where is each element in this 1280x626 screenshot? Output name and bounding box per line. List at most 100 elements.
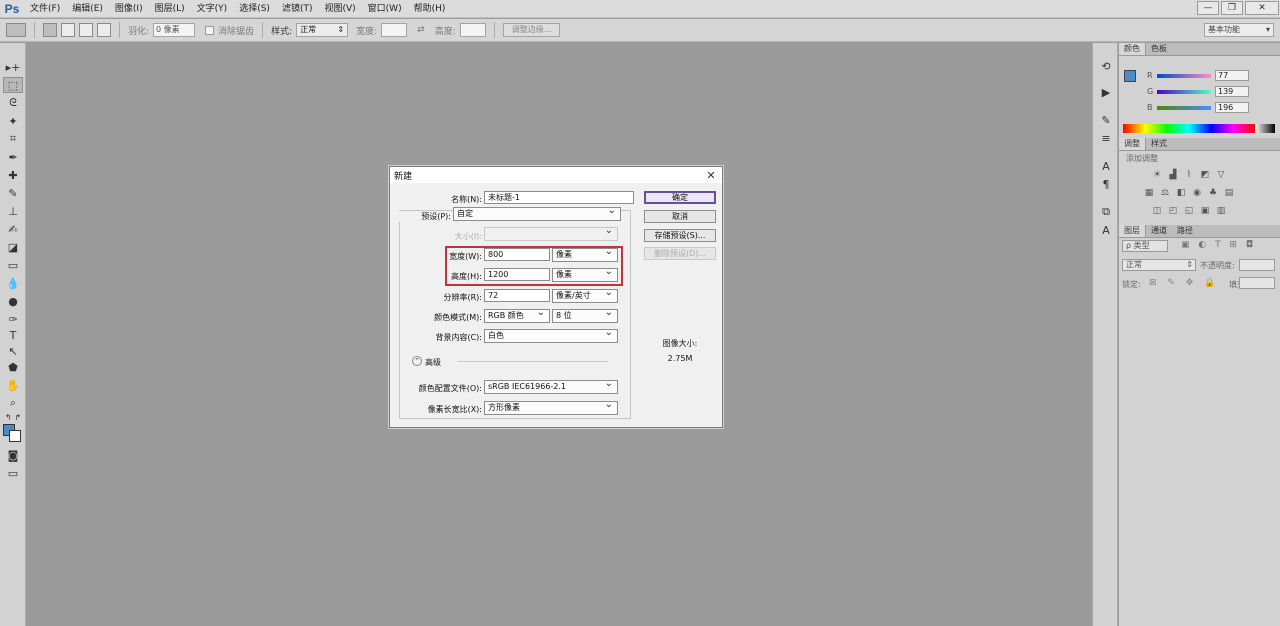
- brightness-icon[interactable]: ☀: [1151, 170, 1163, 180]
- lasso-tool-icon[interactable]: ᘓ: [3, 95, 23, 111]
- brush-presets-icon[interactable]: ✎: [1097, 113, 1115, 127]
- clone-stamp-tool-icon[interactable]: ⊥: [3, 203, 23, 219]
- add-to-selection-icon[interactable]: [61, 23, 75, 37]
- width-input[interactable]: 800: [484, 248, 550, 261]
- menu-window[interactable]: 窗口(W): [362, 0, 408, 18]
- menu-help[interactable]: 帮助(H): [408, 0, 452, 18]
- paragraph-icon[interactable]: ¶: [1097, 177, 1115, 191]
- hue-saturation-icon[interactable]: ▦: [1143, 188, 1155, 198]
- dodge-tool-icon[interactable]: ●: [3, 293, 23, 309]
- blend-mode-select[interactable]: 正常 ⇕: [1122, 259, 1196, 271]
- menu-edit[interactable]: 编辑(E): [66, 0, 109, 18]
- tab-adjustments[interactable]: 调整: [1119, 138, 1146, 150]
- menu-layer[interactable]: 图层(L): [149, 0, 191, 18]
- menu-file[interactable]: 文件(F): [24, 0, 66, 18]
- healing-brush-tool-icon[interactable]: ✚: [3, 167, 23, 183]
- eyedropper-tool-icon[interactable]: ✒: [3, 149, 23, 165]
- save-preset-button[interactable]: 存储预设(S)...: [644, 229, 716, 242]
- pen-tool-icon[interactable]: ✑: [3, 311, 23, 327]
- menu-type[interactable]: 文字(Y): [191, 0, 234, 18]
- color-balance-icon[interactable]: ⚖: [1159, 188, 1171, 198]
- tab-swatches[interactable]: 色板: [1146, 43, 1172, 55]
- close-window-button[interactable]: ✕: [1245, 1, 1279, 15]
- exposure-icon[interactable]: ◩: [1199, 170, 1211, 180]
- gradient-map-icon[interactable]: ▥: [1215, 206, 1227, 216]
- curves-icon[interactable]: ⌇: [1183, 170, 1195, 180]
- color-profile-select[interactable]: sRGB IEC61966-2.1: [484, 378, 618, 394]
- new-selection-icon[interactable]: [43, 23, 57, 37]
- tab-paths[interactable]: 路径: [1172, 225, 1198, 237]
- rectangular-marquee-tool-icon[interactable]: ⬚: [3, 77, 23, 93]
- menu-image[interactable]: 图像(I): [109, 0, 149, 18]
- brush-settings-icon[interactable]: ≡: [1097, 131, 1115, 145]
- pixel-aspect-select[interactable]: 方形像素: [484, 399, 618, 415]
- workspace-select[interactable]: 基本功能 ▾: [1204, 23, 1274, 37]
- intersect-selection-icon[interactable]: [97, 23, 111, 37]
- width-unit-select[interactable]: 像素: [552, 246, 618, 262]
- crop-tool-icon[interactable]: ⌗: [3, 131, 23, 147]
- layer-filter-icons[interactable]: ▣ ◐ T ⊞ ◘: [1181, 240, 1256, 250]
- name-input[interactable]: 未标题-1: [484, 191, 634, 204]
- brush-tool-icon[interactable]: ✎: [3, 185, 23, 201]
- minimize-button[interactable]: —: [1197, 1, 1219, 15]
- vibrance-icon[interactable]: ▽: [1215, 170, 1227, 180]
- tab-color[interactable]: 颜色: [1119, 43, 1146, 55]
- posterize-icon[interactable]: ◰: [1167, 206, 1179, 216]
- character-icon[interactable]: A: [1097, 159, 1115, 173]
- character-styles-icon[interactable]: A: [1097, 223, 1115, 237]
- actions-icon[interactable]: ▶: [1097, 85, 1115, 99]
- menu-view[interactable]: 视图(V): [318, 0, 361, 18]
- color-mode-select[interactable]: RGB 颜色: [484, 307, 550, 323]
- height-unit-select[interactable]: 像素: [552, 266, 618, 282]
- blue-channel-value[interactable]: 196: [1215, 102, 1249, 113]
- bit-depth-select[interactable]: 8 位: [552, 307, 618, 323]
- tab-layers[interactable]: 图层: [1119, 225, 1146, 237]
- quick-mask-icon[interactable]: ◙: [3, 447, 23, 463]
- red-channel-slider[interactable]: [1157, 73, 1211, 78]
- gradient-tool-icon[interactable]: ▭: [3, 257, 23, 273]
- refine-edge-button[interactable]: 调整边缘...: [502, 23, 561, 37]
- tab-styles[interactable]: 样式: [1146, 138, 1172, 150]
- background-color-swatch[interactable]: [9, 430, 21, 442]
- antialias-checkbox[interactable]: [205, 25, 215, 35]
- move-tool-icon[interactable]: ▸+: [3, 59, 23, 75]
- height-input[interactable]: 1200: [484, 268, 550, 281]
- cancel-button[interactable]: 取消: [644, 210, 716, 223]
- green-channel-slider[interactable]: [1157, 89, 1211, 94]
- resolution-unit-select[interactable]: 像素/英寸: [552, 287, 618, 303]
- height-input[interactable]: [459, 23, 486, 37]
- layer-filter-select[interactable]: ρ 类型: [1122, 240, 1168, 252]
- red-channel-value[interactable]: 77: [1215, 70, 1249, 81]
- menu-select[interactable]: 选择(S): [233, 0, 276, 18]
- style-select[interactable]: 正常 ⇕: [296, 23, 349, 37]
- marquee-tool-preset-icon[interactable]: [6, 23, 26, 37]
- type-tool-icon[interactable]: T: [3, 327, 23, 343]
- ok-button[interactable]: 确定: [644, 191, 716, 204]
- blue-channel-slider[interactable]: [1157, 105, 1211, 110]
- path-selection-tool-icon[interactable]: ↖: [3, 343, 23, 359]
- width-input[interactable]: [381, 23, 408, 37]
- eraser-tool-icon[interactable]: ◪: [3, 239, 23, 255]
- levels-icon[interactable]: ▟: [1167, 170, 1179, 180]
- preset-select[interactable]: 自定: [453, 205, 621, 221]
- background-contents-select[interactable]: 白色: [484, 327, 618, 343]
- blur-tool-icon[interactable]: 💧: [3, 275, 23, 291]
- restore-button[interactable]: ❐: [1221, 1, 1243, 15]
- fill-input[interactable]: [1239, 277, 1275, 289]
- hand-tool-icon[interactable]: ✋: [3, 377, 23, 393]
- lock-icons[interactable]: ⊠ ✎ ✥ 🔒: [1149, 278, 1219, 288]
- close-icon[interactable]: ✕: [704, 169, 718, 182]
- color-lookup-icon[interactable]: ▤: [1223, 188, 1235, 198]
- selective-color-icon[interactable]: ▣: [1199, 206, 1211, 216]
- black-white-icon[interactable]: ◧: [1175, 188, 1187, 198]
- subtract-from-selection-icon[interactable]: [79, 23, 93, 37]
- grayscale-ramp[interactable]: [1255, 124, 1275, 133]
- photo-filter-icon[interactable]: ◉: [1191, 188, 1203, 198]
- green-channel-value[interactable]: 139: [1215, 86, 1249, 97]
- resolution-input[interactable]: 72: [484, 289, 550, 302]
- collapse-advanced-icon[interactable]: ⌃: [412, 356, 422, 366]
- menu-filter[interactable]: 滤镜(T): [276, 0, 319, 18]
- screen-mode-icon[interactable]: ▭: [3, 465, 23, 481]
- invert-icon[interactable]: ◫: [1151, 206, 1163, 216]
- history-brush-tool-icon[interactable]: ✍: [3, 221, 23, 237]
